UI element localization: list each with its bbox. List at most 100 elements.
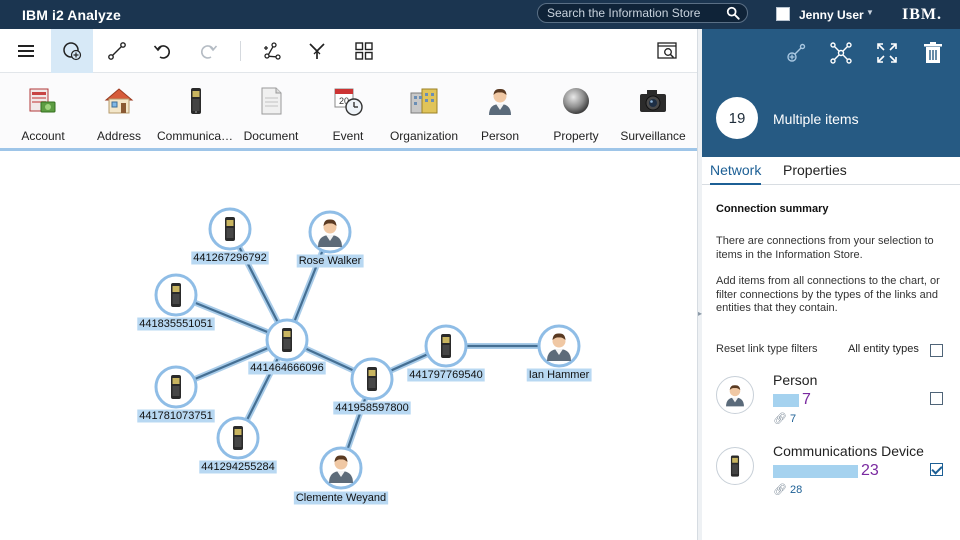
- node-label[interactable]: 441464666096: [250, 362, 323, 374]
- graph-node[interactable]: [319, 446, 363, 490]
- palette-label: Property: [553, 129, 599, 143]
- palette-item-account[interactable]: Account: [4, 83, 82, 145]
- calendar-clock-icon: 20: [334, 88, 363, 116]
- chevron-down-icon[interactable]: ▼: [866, 8, 874, 17]
- palette-item-surveillance[interactable]: Surveillance: [614, 83, 692, 145]
- search-box[interactable]: [537, 3, 748, 23]
- entity-type-avatar: [716, 376, 754, 414]
- entity-count-bar: [773, 394, 799, 407]
- menu-button[interactable]: [5, 29, 47, 73]
- merge-icon: [309, 43, 325, 59]
- link-count: 🔗︎ 28: [773, 483, 802, 496]
- node-label[interactable]: 441797769540: [409, 369, 482, 381]
- layout-button[interactable]: [343, 29, 385, 73]
- graph-node[interactable]: [154, 365, 198, 409]
- delete-button[interactable]: [920, 40, 946, 66]
- node-label[interactable]: 441267296792: [193, 252, 266, 264]
- find-on-chart-button[interactable]: [646, 29, 688, 73]
- phone-icon: [367, 367, 377, 391]
- toolbar-divider: [240, 41, 241, 61]
- fit-icon: [877, 43, 897, 63]
- node-label[interactable]: 441294255284: [201, 461, 274, 473]
- add-link-icon: [108, 42, 126, 60]
- merge-button[interactable]: [296, 29, 338, 73]
- node-label[interactable]: Rose Walker: [299, 255, 362, 267]
- palette-label: Address: [96, 129, 142, 143]
- entity-count[interactable]: 23: [861, 462, 879, 480]
- user-name[interactable]: Jenny User: [799, 8, 864, 22]
- expand-icon: [264, 42, 281, 60]
- entity-type-row: Person 7 🔗︎ 7: [716, 372, 952, 432]
- palette-label: Document: [243, 129, 299, 143]
- graph-node[interactable]: [350, 357, 394, 401]
- network-tab-content: Connection summary There are connections…: [702, 185, 960, 540]
- item-type-palette: Account Address Communications Device: [0, 73, 697, 151]
- palette-item-address[interactable]: Address: [80, 83, 158, 145]
- fit-to-window-button[interactable]: [874, 40, 900, 66]
- palette-label: Surveillance: [620, 129, 686, 143]
- undo-button[interactable]: [142, 29, 184, 73]
- network-graph[interactable]: 441267296792 Rose Walker 441835551051 44146…: [0, 154, 697, 540]
- find-icon: [657, 42, 677, 59]
- summary-help-text: Add items from all connections to the ch…: [716, 275, 940, 314]
- link-count-value: 28: [789, 484, 803, 496]
- node-label[interactable]: Clemente Weyand: [296, 492, 386, 504]
- top-header: IBM i2 Analyze Jenny User ▼ IBM.: [0, 0, 960, 29]
- layout-grid-icon: [355, 42, 373, 60]
- entity-type-row: Communications Device 23 🔗︎ 28: [716, 443, 952, 503]
- palette-item-property[interactable]: Property: [537, 83, 615, 145]
- all-entity-types-checkbox[interactable]: [930, 344, 943, 357]
- palette-item-organization[interactable]: Organization: [385, 83, 463, 145]
- person-icon: [489, 88, 511, 115]
- redo-icon: [200, 45, 218, 59]
- person-icon: [726, 385, 744, 407]
- entity-type-name: Communications Device: [773, 443, 924, 459]
- connection-summary-title: Connection summary: [716, 203, 829, 215]
- palette-label: Account: [21, 129, 65, 143]
- palette-item-document[interactable]: Document: [232, 83, 310, 145]
- graph-node[interactable]: [424, 324, 468, 368]
- graph-node[interactable]: [265, 318, 309, 362]
- graph-node[interactable]: [308, 210, 352, 254]
- link-count: 🔗︎ 7: [773, 412, 796, 425]
- entity-count[interactable]: 7: [802, 391, 811, 409]
- graph-node[interactable]: [208, 207, 252, 251]
- search-input[interactable]: [547, 5, 717, 21]
- chart-canvas[interactable]: 441267296792 Rose Walker 441835551051 44146…: [0, 154, 697, 540]
- menu-icon: [18, 45, 34, 57]
- expand-button[interactable]: [251, 29, 293, 73]
- node-label[interactable]: 441781073751: [139, 410, 212, 422]
- node-label[interactable]: 441835551051: [139, 318, 212, 330]
- selection-count: 19: [716, 97, 758, 139]
- phone-icon: [730, 455, 740, 477]
- user-avatar[interactable]: [776, 7, 790, 21]
- entity-type-checkbox[interactable]: [930, 463, 943, 476]
- palette-item-communications-device[interactable]: Communications Device: [157, 83, 235, 145]
- palette-label: Communications Device: [157, 129, 235, 143]
- house-icon: [104, 88, 134, 114]
- trash-icon: [924, 42, 942, 63]
- select-network-button[interactable]: [828, 40, 854, 66]
- redo-button[interactable]: [187, 29, 229, 73]
- graph-node[interactable]: [216, 416, 260, 460]
- reset-link-type-filters[interactable]: Reset link type filters: [716, 343, 817, 355]
- node-label[interactable]: Ian Hammer: [529, 369, 590, 381]
- add-connected-button[interactable]: [783, 40, 809, 66]
- sphere-icon: [563, 88, 589, 114]
- add-item-button[interactable]: [51, 29, 93, 73]
- tab-network[interactable]: Network: [710, 162, 762, 185]
- phone-icon: [233, 426, 243, 450]
- graph-node[interactable]: [154, 273, 198, 317]
- undo-icon: [153, 45, 171, 59]
- node-label[interactable]: 441958597800: [335, 402, 408, 414]
- entity-type-checkbox[interactable]: [930, 392, 943, 405]
- graph-node[interactable]: [537, 324, 581, 368]
- add-link-button[interactable]: [96, 29, 138, 73]
- tab-properties[interactable]: Properties: [783, 162, 847, 183]
- palette-item-person[interactable]: Person: [461, 83, 539, 145]
- palette-item-event[interactable]: 20 Event: [309, 83, 387, 145]
- add-item-icon: [63, 42, 82, 61]
- all-entity-types-label: All entity types: [848, 343, 919, 355]
- phone-icon: [441, 334, 451, 358]
- search-icon[interactable]: [726, 6, 740, 20]
